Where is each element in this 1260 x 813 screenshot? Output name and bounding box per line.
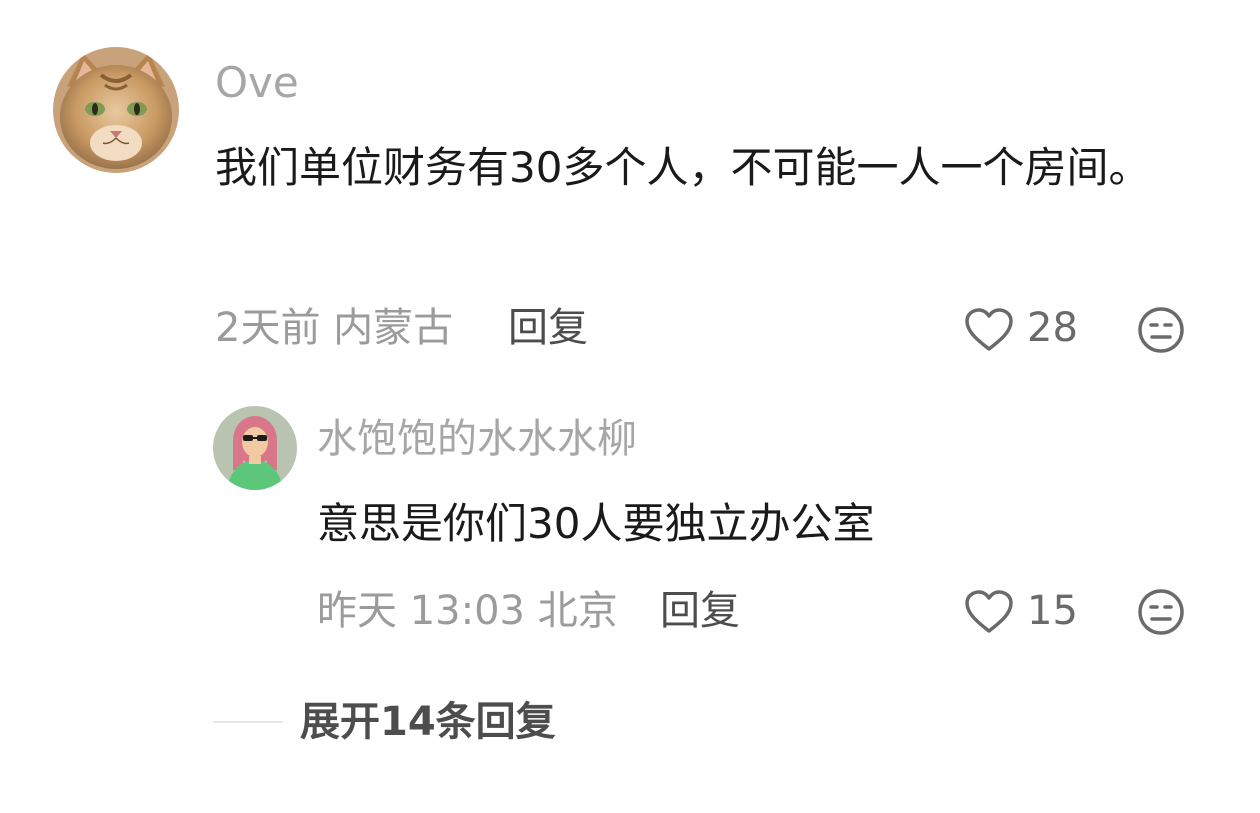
comment-text: 我们单位财务有30多个人，不可能一人一个房间。 [215, 143, 1151, 192]
reply-time: 昨天 13:03 [317, 588, 525, 634]
cat-avatar-image [53, 47, 179, 173]
reply-location: 北京 [537, 588, 618, 634]
like-heart-icon[interactable] [964, 307, 1014, 353]
reply-username[interactable]: 水饱饱的水水水柳 [317, 414, 637, 464]
reply-reply-button[interactable]: 回复 [660, 586, 740, 636]
like-heart-icon[interactable] [964, 589, 1014, 635]
comment-location: 内蒙古 [333, 305, 454, 351]
reply-meta: 昨天 13:03 北京 [317, 586, 618, 636]
dislike-face-icon[interactable] [1137, 306, 1185, 354]
illustrated-girl-avatar-image [213, 406, 297, 490]
expand-replies-button[interactable]: 展开14条回复 [300, 697, 556, 747]
comment-meta: 2天前 内蒙古 [215, 303, 453, 353]
comment-like-count: 28 [1027, 305, 1078, 351]
comment-time: 2天前 [215, 305, 321, 351]
expand-divider [213, 721, 283, 723]
dislike-face-icon[interactable] [1137, 588, 1185, 636]
cat-avatar[interactable] [53, 47, 179, 173]
reply-like-count: 15 [1027, 588, 1078, 634]
illustrated-girl-avatar[interactable] [213, 406, 297, 490]
comment-username[interactable]: Ove [215, 58, 299, 108]
reply-text: 意思是你们30人要独立办公室 [317, 499, 875, 548]
comment-reply-button[interactable]: 回复 [508, 303, 588, 353]
